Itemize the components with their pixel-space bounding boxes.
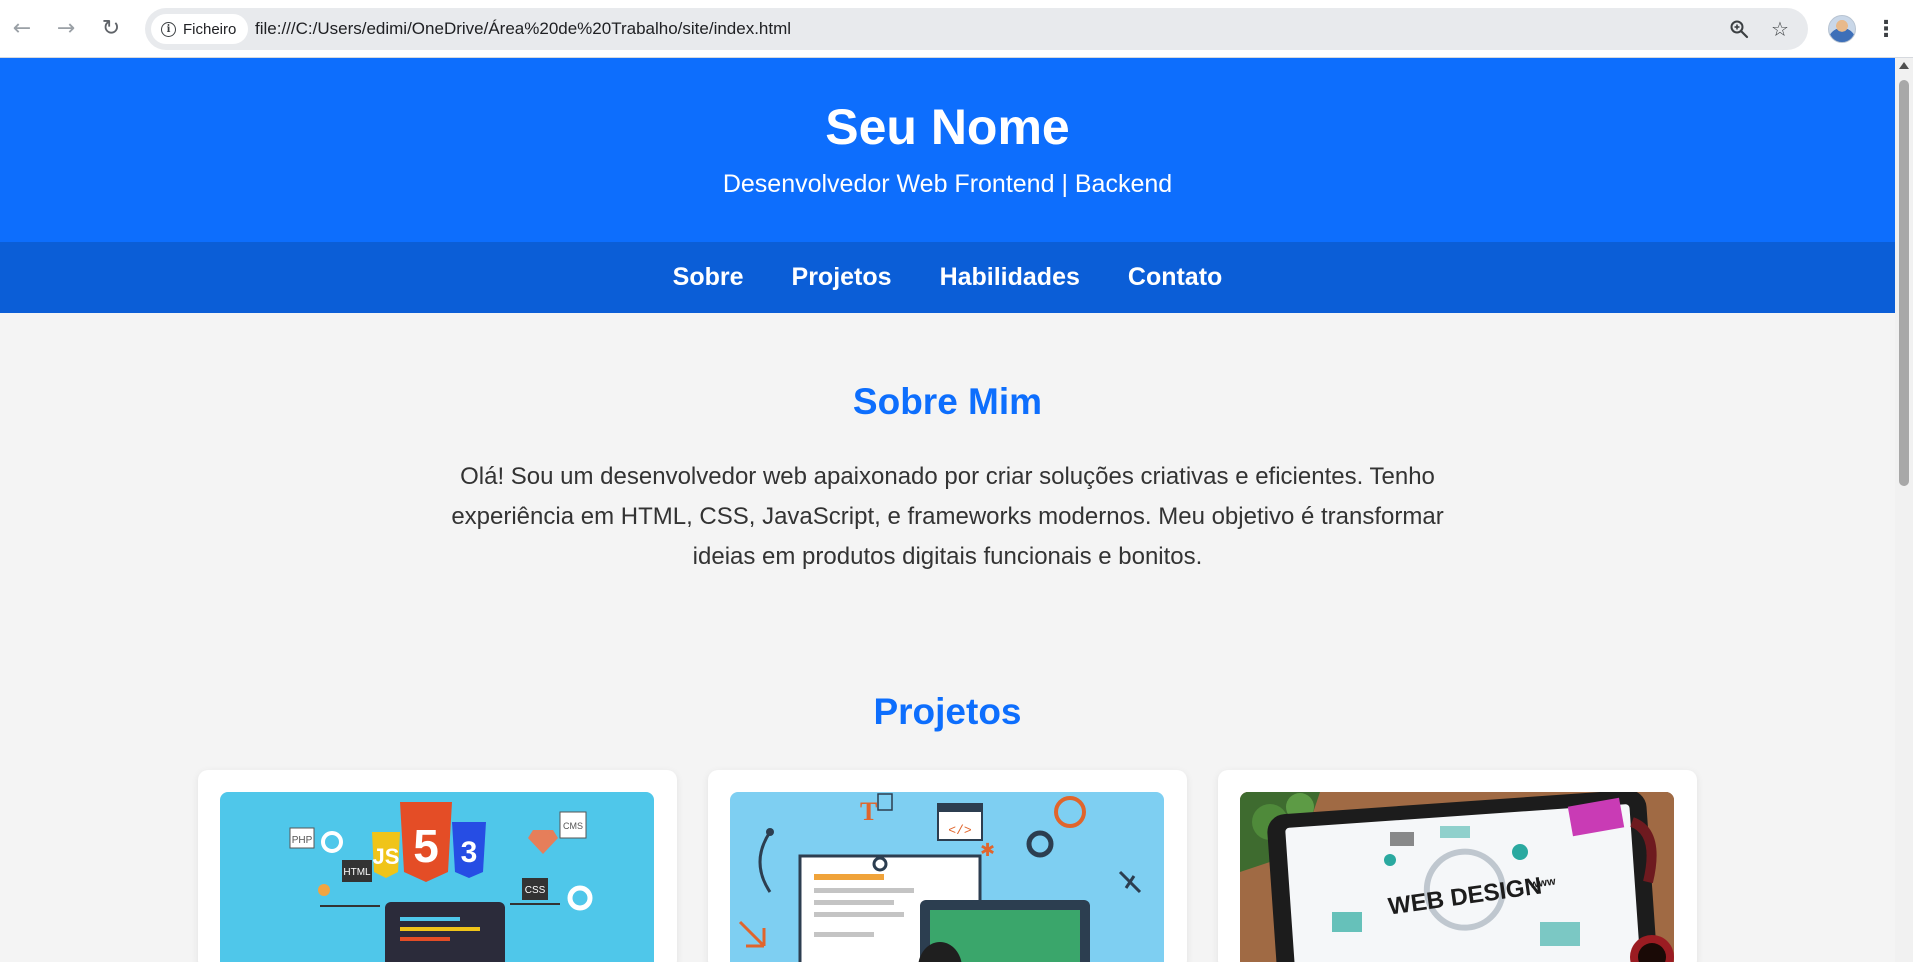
kebab-menu-icon[interactable]: ⋮ — [1875, 14, 1897, 44]
nav-link-contato[interactable]: Contato — [1128, 263, 1222, 292]
back-arrow-icon[interactable]: ← — [7, 14, 37, 44]
bookmark-star-icon[interactable]: ☆ — [1766, 15, 1794, 43]
project-card[interactable]: WEB DESIGN www — [1217, 770, 1697, 962]
site-header: Seu Nome Desenvolvedor Web Frontend | Ba… — [0, 58, 1895, 242]
main-nav: Sobre Projetos Habilidades Contato — [0, 242, 1895, 313]
reload-icon[interactable]: ↻ — [96, 14, 126, 44]
profile-avatar[interactable] — [1828, 15, 1856, 43]
code-tag-icon: </> — [948, 823, 972, 838]
project-image: T </> ✱ — [729, 792, 1164, 962]
text-tool-icon: T — [860, 797, 877, 826]
page-scrollbar[interactable] — [1895, 58, 1913, 962]
html5-label: 5 — [413, 820, 439, 872]
site-subtitle: Desenvolvedor Web Frontend | Backend — [722, 170, 1173, 198]
site-title: Seu Nome — [825, 99, 1070, 155]
url-text[interactable]: file:///C:/Users/edimi/OneDrive/Área%20d… — [255, 8, 791, 50]
scrollbar-thumb[interactable] — [1899, 80, 1909, 486]
info-icon — [1383, 854, 1396, 866]
info-icon: i — [161, 21, 176, 37]
css-label: CSS — [524, 885, 545, 896]
project-card[interactable]: T </> ✱ — [707, 770, 1187, 962]
site-info-label: Ficheiro — [183, 20, 237, 38]
about-text: Olá! Sou um desenvolvedor web apaixonado… — [451, 463, 1444, 570]
about-title: Sobre Mim — [852, 381, 1043, 422]
scroll-up-arrow-icon[interactable] — [1899, 62, 1909, 69]
site-info-chip[interactable]: i Ficheiro — [151, 14, 249, 44]
forward-arrow-icon[interactable]: → — [51, 14, 81, 44]
js-label: JS — [372, 844, 399, 869]
browser-toolbar: ← → ↻ i Ficheiro file:///C:/Users/edimi/… — [0, 0, 1913, 58]
projects-title: Projetos — [873, 691, 1022, 732]
asterisk-icon: ✱ — [980, 840, 995, 861]
php-label: PHP — [291, 835, 312, 846]
web-dev-illustration: PHP HTML JS 5 3 CMS CSS — [219, 792, 654, 962]
project-card[interactable]: PHP HTML JS 5 3 CMS CSS — [197, 770, 677, 962]
nav-link-habilidades[interactable]: Habilidades — [940, 263, 1080, 292]
projects-section: Projetos PHP HTML JS 5 3 CMS CSS T </> ✱… — [0, 577, 1895, 962]
cms-label: CMS — [563, 821, 583, 831]
css3-label: 3 — [460, 836, 477, 869]
developer-illustration: T </> ✱ — [729, 792, 1164, 962]
nav-link-sobre[interactable]: Sobre — [673, 263, 744, 292]
zoom-icon[interactable] — [1725, 15, 1753, 43]
project-cards: PHP HTML JS 5 3 CMS CSS T </> ✱ WEB DESI… — [197, 770, 1698, 962]
project-image: WEB DESIGN www — [1239, 792, 1674, 962]
about-section: Sobre Mim Olá! Sou um desenvolvedor web … — [0, 313, 1895, 577]
zoom-icon-graphic — [1730, 20, 1749, 39]
html-label: HTML — [343, 867, 371, 878]
address-bar[interactable]: i Ficheiro file:///C:/Users/edimi/OneDri… — [145, 8, 1808, 50]
page-viewport: Seu Nome Desenvolvedor Web Frontend | Ba… — [0, 58, 1895, 962]
web-design-photo: WEB DESIGN www — [1239, 792, 1674, 962]
project-image: PHP HTML JS 5 3 CMS CSS — [219, 792, 654, 962]
nav-link-projetos[interactable]: Projetos — [792, 263, 892, 292]
medal-icon — [317, 884, 330, 896]
